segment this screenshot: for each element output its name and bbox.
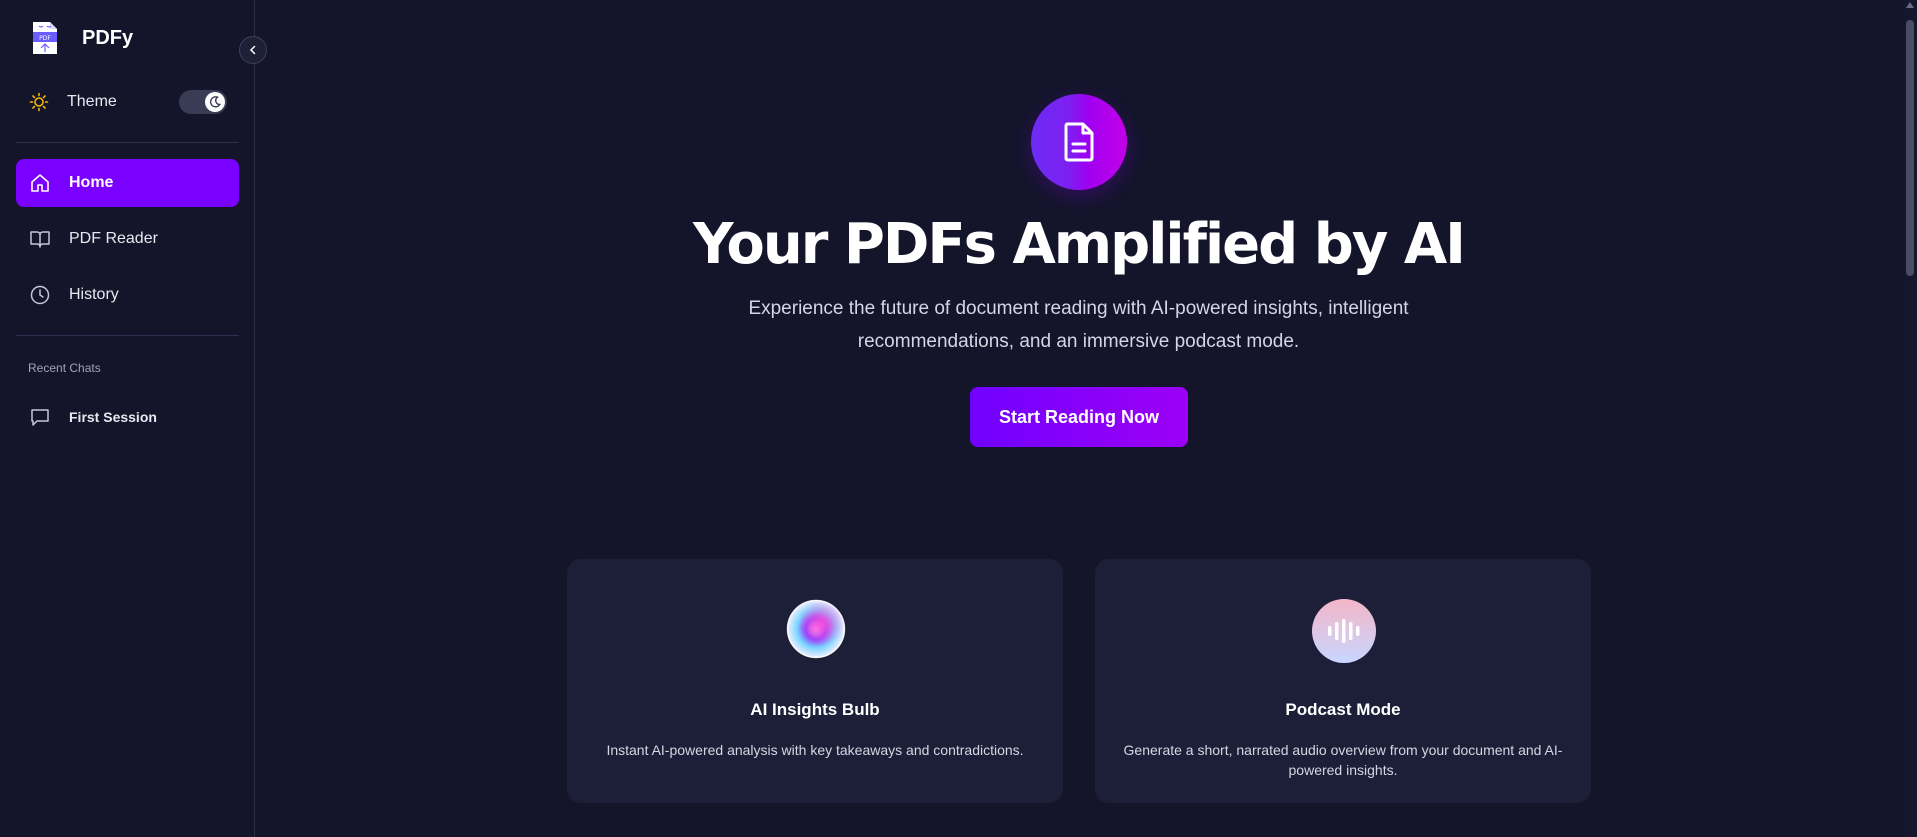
toggle-knob	[205, 92, 225, 112]
sidebar-item-history[interactable]: History	[16, 271, 239, 319]
feature-title: AI Insights Bulb	[750, 700, 880, 719]
scroll-thumb[interactable]	[1906, 20, 1914, 276]
sidebar-item-label: Home	[69, 174, 114, 191]
chat-item-first-session[interactable]: First Session	[16, 400, 239, 434]
chat-icon	[31, 409, 49, 426]
feature-title: Podcast Mode	[1285, 700, 1401, 719]
sidebar-item-pdf-reader[interactable]: PDF Reader	[16, 215, 239, 263]
sidebar-divider	[16, 142, 239, 143]
start-reading-button[interactable]: Start Reading Now	[970, 387, 1188, 447]
theme-toggle[interactable]	[179, 90, 227, 114]
sidebar-item-home[interactable]: Home	[16, 159, 239, 207]
feature-card-podcast-mode[interactable]: Podcast Mode Generate a short, narrated …	[1095, 559, 1591, 803]
scroll-up-arrow-icon[interactable]	[1906, 2, 1914, 8]
hero-subtitle: Experience the future of document readin…	[748, 298, 1409, 352]
audio-wave-icon	[1312, 599, 1376, 663]
pdf-logo-icon: PDF	[33, 22, 57, 54]
clock-icon	[30, 285, 50, 305]
sidebar-item-label: PDF Reader	[69, 230, 158, 247]
sidebar-divider	[16, 335, 239, 336]
theme-label: Theme	[67, 93, 117, 110]
vertical-scrollbar[interactable]	[1903, 0, 1917, 837]
feature-card-ai-insights[interactable]: AI Insights Bulb Instant AI-powered anal…	[567, 559, 1063, 803]
svg-text:PDF: PDF	[39, 35, 51, 42]
insights-orb-icon	[786, 599, 846, 659]
sidebar-item-label: History	[69, 286, 119, 303]
brand[interactable]: PDF PDFy	[29, 18, 133, 58]
hero-title: Your PDFs Amplified by AI	[692, 212, 1466, 277]
home-icon	[31, 174, 49, 192]
book-icon	[30, 231, 50, 248]
document-icon	[1064, 122, 1094, 162]
app-name: PDFy	[82, 26, 134, 49]
hero-document-badge	[1031, 94, 1127, 190]
moon-icon	[209, 96, 222, 108]
sidebar: PDF PDFy Theme Home PDF Reader History R…	[0, 0, 255, 837]
chat-label: First Session	[69, 409, 157, 425]
recent-chats-title: Recent Chats	[28, 361, 101, 375]
feature-description: Generate a short, narrated audio overvie…	[1123, 742, 1563, 778]
feature-description: Instant AI-powered analysis with key tak…	[606, 742, 1024, 758]
theme-row: Theme	[29, 90, 229, 114]
collapse-sidebar-button[interactable]	[239, 36, 267, 64]
sun-icon	[29, 92, 49, 112]
chevron-left-icon	[249, 45, 256, 55]
